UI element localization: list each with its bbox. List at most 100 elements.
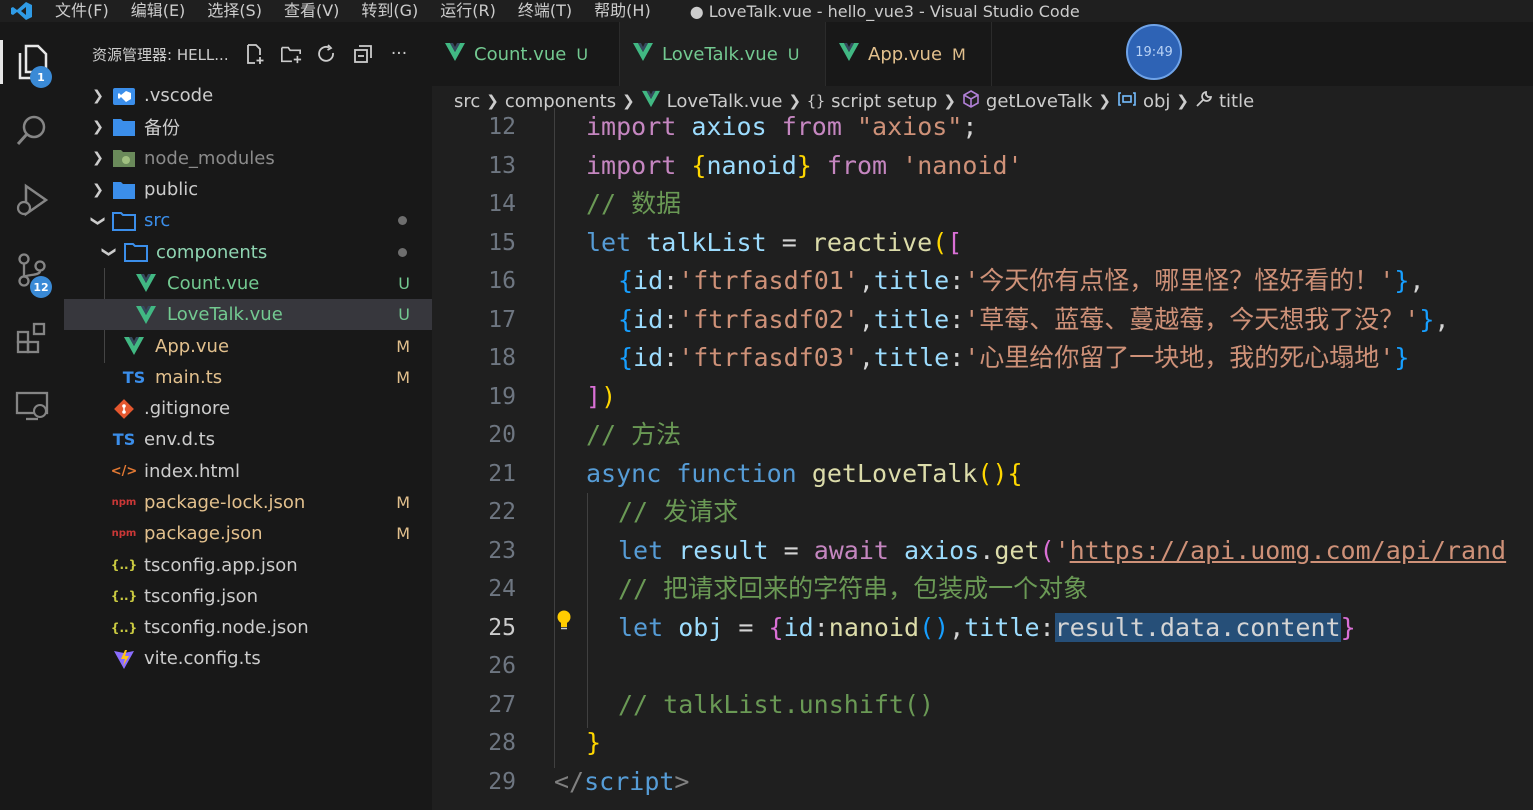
git-status-badge: M: [396, 493, 410, 512]
menu-view[interactable]: 查看(V): [273, 2, 350, 20]
vue-file-icon: [122, 334, 146, 358]
clock-overlay: 19:49: [1126, 24, 1182, 80]
url-link[interactable]: https://api.uomg.com/api/rand: [1070, 536, 1507, 565]
tree-item-label: vite.config.ts: [144, 648, 261, 670]
code-line: 23 let result = await axios.get('https:/…: [432, 532, 1533, 571]
vue-file-icon: [134, 303, 158, 327]
scm-badge: 12: [30, 276, 52, 298]
menu-selection[interactable]: 选择(S): [196, 2, 273, 20]
menu-edit[interactable]: 编辑(E): [120, 2, 197, 20]
line-number: 20: [488, 422, 516, 448]
tree-item-components[interactable]: ❯ components: [64, 236, 432, 267]
code-text: }: [586, 728, 602, 757]
tree-item-public[interactable]: ❯ public: [64, 174, 432, 205]
folder-icon: [112, 115, 136, 139]
code-line: 29 </script>: [432, 763, 1533, 802]
vite-file-icon: [112, 647, 136, 671]
tree-item-count-vue[interactable]: Count.vue U: [64, 268, 432, 299]
remote-explorer-icon: [15, 391, 49, 421]
explorer-activity-button[interactable]: 1: [0, 32, 64, 92]
collapse-all-icon[interactable]: [352, 43, 374, 65]
tree-item-src[interactable]: ❯ src: [64, 205, 432, 236]
run-debug-activity-button[interactable]: [0, 170, 64, 230]
explorer-title: 资源管理器: HELL...: [92, 45, 229, 64]
line-number: 21: [488, 460, 516, 487]
code-text: import axios from "axios";: [586, 112, 978, 141]
json-file-icon: {..}: [110, 620, 138, 635]
line-number: 18: [488, 345, 516, 371]
tree-item-package-json[interactable]: npm package.json M: [64, 518, 432, 549]
extensions-activity-button[interactable]: [0, 308, 64, 368]
tree-item-label: .vscode: [144, 85, 214, 107]
tree-item-index-html[interactable]: </> index.html: [64, 456, 432, 487]
code-line: 20 // 方法: [432, 416, 1533, 455]
line-number: 12: [488, 114, 516, 140]
menu-run[interactable]: 运行(R): [429, 2, 507, 20]
chevron-right-icon: ❯: [92, 87, 104, 104]
code-line-current: 25 let obj = {id:nanoid(),title:result.d…: [432, 609, 1533, 648]
menu-terminal[interactable]: 终端(T): [507, 2, 583, 20]
file-tree: ❯ .vscode ❯ 备份 ❯ node_modules ❯ public ❯…: [64, 80, 432, 675]
new-folder-icon[interactable]: [280, 43, 302, 65]
folder-open-icon: [112, 209, 136, 233]
code-line: 19 ]): [432, 378, 1533, 417]
tab-lovetalk-vue[interactable]: LoveTalk.vue U: [620, 22, 826, 86]
line-number: 19: [488, 383, 516, 410]
source-control-activity-button[interactable]: 12: [0, 240, 64, 300]
git-status-badge: M: [396, 336, 410, 356]
line-number: 14: [488, 191, 516, 217]
code-comment: // 把请求回来的字符串，包装成一个对象: [618, 574, 1089, 603]
tree-item-tsconfig-node-json[interactable]: {..} tsconfig.node.json: [64, 612, 432, 643]
menu-goto[interactable]: 转到(G): [350, 2, 429, 20]
remote-explorer-activity-button[interactable]: [0, 376, 64, 436]
code-line: 16 {id:'ftrfasdf01',title:'今天你有点怪，哪里怪？怪好…: [432, 262, 1533, 301]
window-title: ● LoveTalk.vue - hello_vue3 - Visual Stu…: [689, 1, 1080, 21]
menu-help[interactable]: 帮助(H): [583, 2, 662, 20]
tree-item-tsconfig-app-json[interactable]: {..} tsconfig.app.json: [64, 549, 432, 580]
tab-app-vue[interactable]: App.vue M: [826, 22, 992, 86]
code-line: 14 // 数据: [432, 185, 1533, 224]
line-number: 25: [488, 614, 516, 641]
typescript-file-icon: TS: [122, 367, 146, 387]
tree-item-app-vue[interactable]: App.vue M: [64, 330, 432, 361]
tree-item-label: App.vue: [155, 335, 230, 357]
tree-item-node-modules[interactable]: ❯ node_modules: [64, 143, 432, 174]
code-text: let result = await axios.get('https://ap…: [618, 535, 1507, 565]
tree-item-tsconfig-json[interactable]: {..} tsconfig.json: [64, 581, 432, 612]
chevron-right-icon: ❯: [92, 181, 104, 198]
tree-item-label: package-lock.json: [144, 492, 306, 513]
tree-item-label: tsconfig.app.json: [144, 554, 298, 576]
json-file-icon: {..}: [110, 589, 138, 604]
line-number: 29: [488, 768, 516, 795]
vue-file-icon: [444, 42, 466, 67]
tab-git-status: U: [787, 44, 800, 64]
git-file-icon: [112, 397, 136, 421]
folder-open-icon: [124, 240, 148, 264]
lightbulb-icon[interactable]: [556, 609, 572, 636]
new-file-icon[interactable]: [244, 43, 266, 65]
tree-item-env-d-ts[interactable]: TS env.d.ts: [64, 424, 432, 455]
refresh-icon[interactable]: [316, 43, 338, 65]
tab-count-vue[interactable]: Count.vue U: [432, 22, 620, 86]
modified-dot: [398, 247, 407, 257]
tree-item-label: .gitignore: [144, 398, 231, 420]
tree-item-package-lock-json[interactable]: npm package-lock.json M: [64, 487, 432, 518]
tree-item-lovetalk-vue[interactable]: LoveTalk.vue U: [64, 299, 432, 331]
code-line: 13 import {nanoid} from 'nanoid': [432, 147, 1533, 186]
code-text: {id:'ftrfasdf03',title:'心里给你留了一块地，我的死心塌地…: [618, 343, 1410, 372]
tree-item-gitignore[interactable]: .gitignore: [64, 393, 432, 424]
code-comment: // 发请求: [618, 497, 739, 526]
tree-item-vite-config-ts[interactable]: vite.config.ts: [64, 643, 432, 674]
search-activity-button[interactable]: [0, 100, 64, 160]
tree-item-backup[interactable]: ❯ 备份: [64, 111, 432, 142]
code-editor[interactable]: 12 import axios from "axios"; 13 import …: [432, 108, 1533, 810]
more-actions-icon[interactable]: ···: [388, 43, 410, 65]
menu-file[interactable]: 文件(F): [44, 2, 120, 20]
typescript-file-icon: TS: [112, 430, 136, 450]
tree-item-main-ts[interactable]: TS main.ts M: [64, 362, 432, 393]
tree-item-vscode[interactable]: ❯ .vscode: [64, 80, 432, 111]
git-status-badge: M: [396, 524, 410, 544]
code-text: let talkList = reactive([: [586, 227, 963, 257]
chevron-right-icon: ❯: [92, 150, 104, 167]
tree-item-label: LoveTalk.vue: [167, 304, 283, 326]
